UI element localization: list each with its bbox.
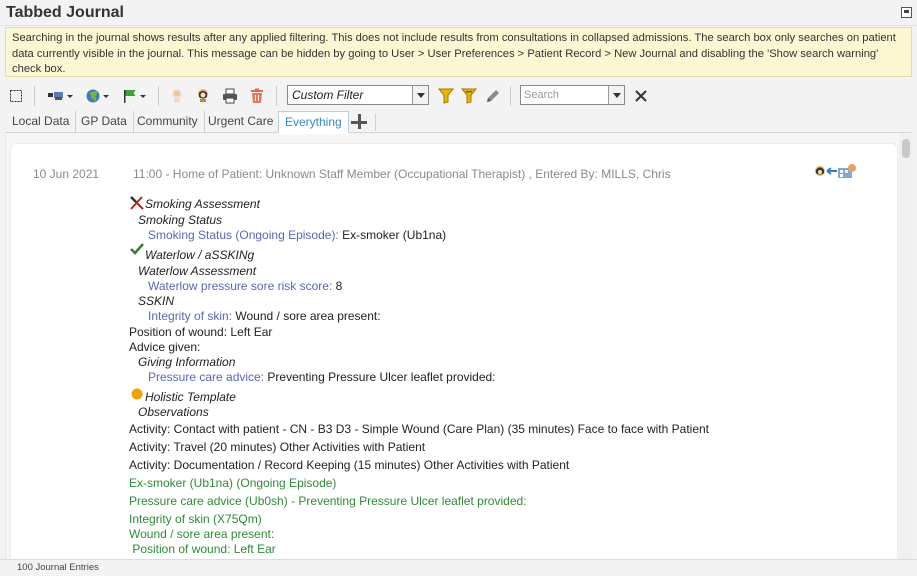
tab-everything[interactable]: Everything bbox=[278, 111, 349, 134]
journal-entry-card: 10 Jun 2021 11:00 - Home of Patient: Unk… bbox=[10, 143, 898, 559]
toolbar-separator bbox=[34, 86, 35, 106]
title-bar: Tabbed Journal bbox=[0, 0, 917, 26]
consultation-icon-disabled[interactable] bbox=[168, 86, 186, 105]
vertical-scrollbar[interactable] bbox=[899, 134, 912, 559]
view-mode-dropdown-icon[interactable] bbox=[45, 86, 75, 105]
field-value: Wound / sore area present: bbox=[232, 309, 381, 323]
journal-entry-count: 100 Journal Entries bbox=[17, 562, 99, 573]
toolbar-separator bbox=[158, 86, 159, 106]
waterlow-score-row: Waterlow pressure sore risk score: 8 bbox=[148, 279, 342, 294]
scrollbar-thumb[interactable] bbox=[902, 139, 910, 158]
position-of-wound: Position of wound: Left Ear bbox=[129, 325, 273, 339]
coded-entry[interactable]: Position of wound: Left Ear bbox=[129, 542, 275, 557]
entry-header: 11:00 - Home of Patient: Unknown Staff M… bbox=[133, 167, 671, 181]
print-icon[interactable] bbox=[221, 86, 239, 105]
add-tab-plus-icon[interactable] bbox=[350, 113, 368, 131]
entry-date: 10 Jun 2021 bbox=[33, 167, 100, 181]
checkmark-icon bbox=[130, 242, 144, 259]
smoking-status-row: Smoking Status (Ongoing Episode): Ex-smo… bbox=[148, 228, 446, 243]
consultation-transfer-icon[interactable] bbox=[814, 162, 862, 182]
integrity-of-skin-row: Integrity of skin: Wound / sore area pre… bbox=[148, 309, 381, 324]
tab-community[interactable]: Community bbox=[131, 111, 205, 133]
activity-line: Activity: Travel (20 minutes) Other Acti… bbox=[129, 440, 426, 454]
template-title-holistic: Holistic Template bbox=[145, 390, 236, 404]
activity-line: Activity: Contact with patient - CN - B3… bbox=[129, 422, 710, 436]
chevron-down-icon[interactable] bbox=[608, 86, 624, 104]
advice-given: Advice given: bbox=[129, 340, 201, 354]
field-label: Waterlow pressure sore risk score: bbox=[148, 279, 333, 293]
new-consultation-icon[interactable] bbox=[194, 86, 212, 105]
window-title: Tabbed Journal bbox=[6, 4, 124, 21]
flag-dropdown-icon[interactable] bbox=[121, 86, 149, 105]
section-observations: Observations bbox=[138, 405, 209, 419]
clear-search-close-icon[interactable] bbox=[632, 86, 650, 105]
coded-entry[interactable]: Pressure care advice (Ub0sh) - Preventin… bbox=[129, 494, 527, 509]
field-value: Ex-smoker (Ub1na) bbox=[338, 228, 447, 242]
delete-bin-icon[interactable] bbox=[248, 86, 266, 105]
filter-select[interactable]: Custom Filter bbox=[287, 85, 429, 105]
search-placeholder: Search bbox=[524, 89, 559, 101]
field-value: Preventing Pressure Ulcer leaflet provid… bbox=[264, 370, 496, 384]
field-label: Integrity of skin: bbox=[148, 309, 233, 323]
pencil-icon[interactable] bbox=[484, 86, 502, 105]
section-sskin: SSKIN bbox=[138, 294, 175, 308]
search-warning-banner: Searching in the journal shows results a… bbox=[5, 27, 912, 77]
journal-content[interactable]: 10 Jun 2021 11:00 - Home of Patient: Unk… bbox=[5, 134, 912, 559]
toolbar-separator bbox=[276, 86, 277, 106]
select-all-icon[interactable] bbox=[8, 86, 24, 105]
cross-tools-icon bbox=[129, 196, 145, 214]
tab-urgent-care[interactable]: Urgent Care bbox=[202, 111, 281, 133]
section-waterlow-assessment: Waterlow Assessment bbox=[138, 264, 257, 278]
search-input[interactable]: Search bbox=[520, 85, 625, 105]
edit-filter-funnel-icon[interactable] bbox=[460, 86, 478, 105]
journal-tabs: Local Data GP Data Community Urgent Care… bbox=[5, 111, 912, 134]
tab-local-data[interactable]: Local Data bbox=[6, 111, 77, 133]
globe-dropdown-icon[interactable] bbox=[84, 86, 112, 105]
pressure-care-advice-row: Pressure care advice: Preventing Pressur… bbox=[148, 370, 496, 385]
tab-separator bbox=[375, 114, 376, 131]
orange-dot-icon bbox=[131, 388, 143, 403]
coded-entry[interactable]: Wound / sore area present: bbox=[129, 527, 274, 542]
journal-toolbar: Custom Filter Search bbox=[0, 83, 917, 109]
coded-entry[interactable]: Ex-smoker (Ub1na) (Ongoing Episode) bbox=[129, 476, 336, 491]
field-label: Smoking Status (Ongoing Episode): bbox=[148, 228, 339, 242]
template-title-waterlow: Waterlow / aSSKINg bbox=[145, 248, 255, 262]
status-bar: 100 Journal Entries bbox=[0, 559, 917, 576]
maximize-button[interactable] bbox=[901, 7, 912, 18]
chevron-down-icon[interactable] bbox=[412, 86, 428, 104]
activity-line: Activity: Documentation / Record Keeping… bbox=[129, 458, 570, 472]
filter-funnel-icon[interactable] bbox=[437, 86, 455, 105]
toolbar-separator bbox=[510, 86, 511, 106]
field-value: 8 bbox=[332, 279, 343, 293]
coded-entry[interactable]: Integrity of skin (X75Qm) bbox=[129, 512, 262, 527]
section-giving-information: Giving Information bbox=[138, 355, 236, 369]
field-label: Pressure care advice: bbox=[148, 370, 265, 384]
tab-gp-data[interactable]: GP Data bbox=[75, 111, 134, 133]
filter-select-value: Custom Filter bbox=[292, 88, 364, 102]
section-smoking-status: Smoking Status bbox=[138, 213, 223, 227]
template-title-smoking: Smoking Assessment bbox=[145, 197, 260, 211]
